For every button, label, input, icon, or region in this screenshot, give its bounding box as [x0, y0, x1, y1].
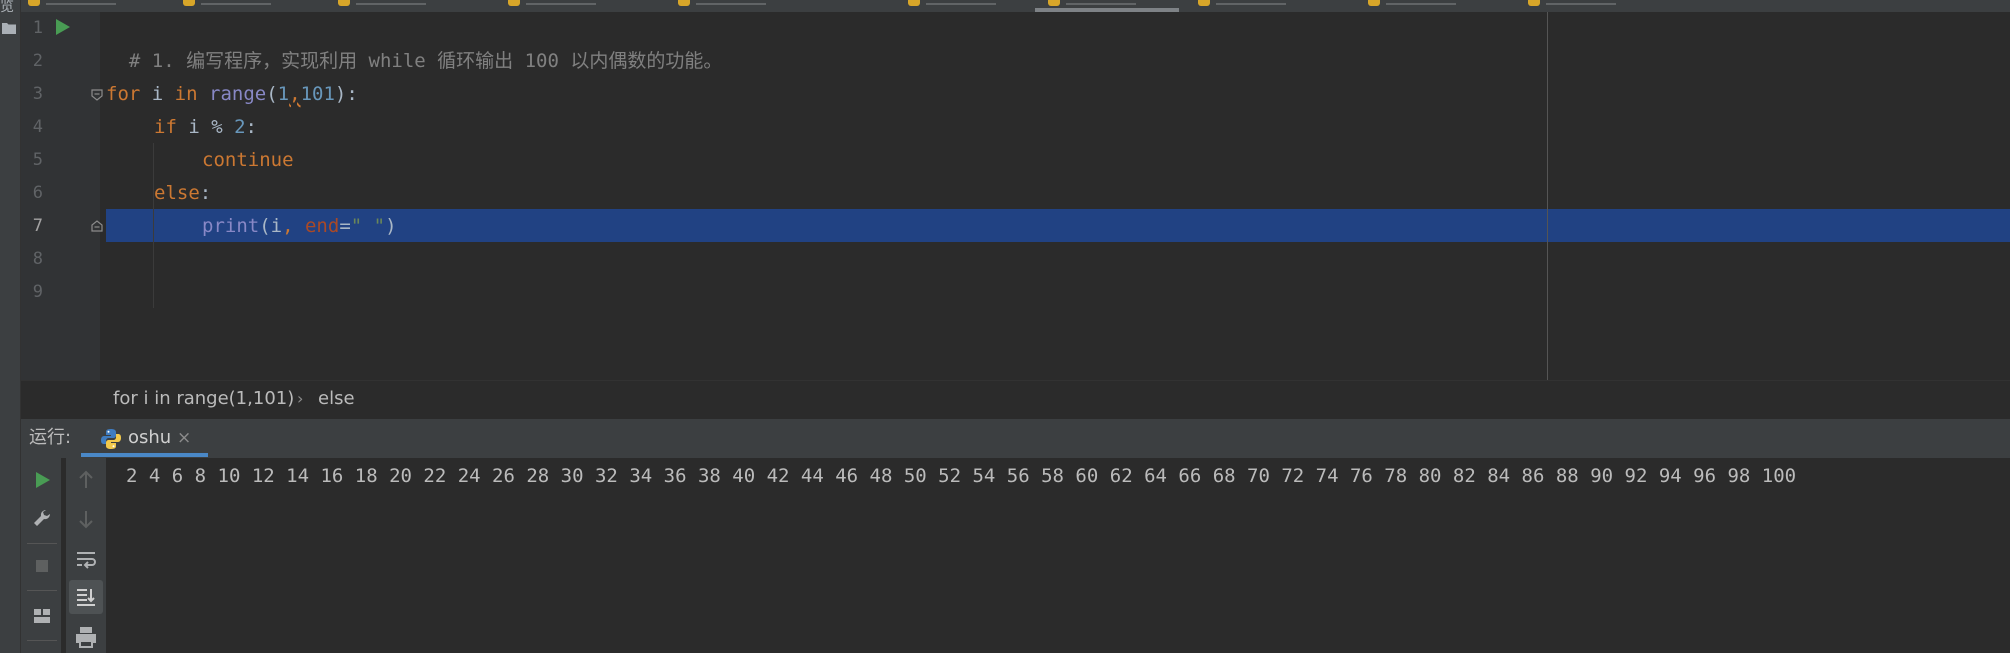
breadcrumb-separator: ›	[297, 389, 304, 408]
breadcrumb-item[interactable]: for i in range(1,101)	[113, 388, 294, 410]
builtin-function: print	[202, 215, 260, 237]
editor-tab[interactable]	[1190, 0, 1310, 12]
punctuation-warning: ,	[289, 83, 301, 105]
line-number: 8	[32, 249, 43, 269]
code-line-7[interactable]: print(i, end=" ")	[202, 210, 397, 243]
arguments: (i	[259, 215, 283, 237]
identifier: i	[140, 83, 175, 105]
active-tab-indicator	[81, 453, 208, 457]
python-file-icon	[183, 0, 195, 6]
arrow-up-icon[interactable]	[70, 464, 102, 496]
punctuation: ,	[282, 215, 305, 237]
line-number: 7	[32, 216, 43, 236]
breadcrumb-item[interactable]: else	[318, 388, 355, 410]
python-file-icon	[1528, 0, 1540, 6]
python-file-icon	[908, 0, 920, 6]
tool-window-label[interactable]: 览	[0, 0, 18, 14]
punctuation: :	[199, 182, 212, 204]
editor-tab[interactable]	[500, 0, 620, 12]
keyword: for	[106, 83, 141, 105]
keyword: else	[154, 182, 200, 204]
code-line-1[interactable]: # 1. 编写程序，实现利用 while 循环输出 100 以内偶数的功能。	[106, 12, 722, 72]
keyword: in	[174, 83, 198, 105]
python-file-icon	[1368, 0, 1380, 6]
layout-icon[interactable]	[26, 600, 58, 632]
run-gutter-icon[interactable]	[55, 18, 71, 36]
wrench-icon[interactable]	[26, 503, 58, 535]
line-number: 9	[32, 282, 43, 302]
punctuation: =	[339, 215, 351, 237]
punctuation: (	[266, 83, 278, 105]
run-tab-label: oshu	[128, 427, 172, 448]
stop-icon[interactable]	[26, 550, 58, 582]
console-output[interactable]: 2 4 6 8 10 12 14 16 18 20 22 24 26 28 30…	[126, 462, 1796, 490]
editor-tab[interactable]	[670, 0, 790, 12]
code-line-4[interactable]: if i % 2:	[154, 111, 257, 144]
print-icon[interactable]	[70, 621, 102, 653]
fold-marker-icon[interactable]	[91, 89, 103, 101]
python-icon	[101, 429, 121, 449]
line-number: 1	[32, 18, 43, 38]
code-line-5[interactable]: continue	[202, 144, 294, 177]
keyword: continue	[202, 149, 294, 171]
line-number: 2	[32, 51, 43, 71]
editor-tab[interactable]	[1520, 0, 1640, 12]
run-tool-window-header	[21, 418, 2010, 459]
number-literal: 1	[277, 83, 290, 105]
line-number: 5	[32, 150, 43, 170]
rerun-icon[interactable]	[26, 464, 58, 496]
code-line-6[interactable]: else:	[154, 177, 211, 210]
builtin-function: range	[209, 83, 267, 105]
editor-tab[interactable]	[330, 0, 450, 12]
string-literal: " "	[350, 215, 386, 237]
python-file-icon	[338, 0, 350, 6]
arrow-down-icon[interactable]	[70, 503, 102, 535]
code-line-3[interactable]: for i in range(1,101):	[106, 78, 358, 111]
editor-tab[interactable]	[175, 0, 295, 12]
line-number: 4	[32, 117, 43, 137]
number-literal: 2	[234, 116, 246, 138]
python-file-icon	[678, 0, 690, 6]
soft-wrap-icon[interactable]	[70, 543, 102, 575]
punctuation: :	[245, 116, 257, 138]
editor-tab[interactable]	[1360, 0, 1480, 12]
editor-tab[interactable]	[900, 0, 1020, 12]
indent-guide	[153, 143, 154, 308]
python-file-icon	[1198, 0, 1210, 6]
python-file-icon	[1048, 0, 1060, 6]
fold-marker-icon[interactable]	[91, 220, 103, 232]
python-file-icon	[28, 0, 40, 6]
keyword-argument: end	[304, 215, 340, 237]
number-literal: 101	[300, 83, 335, 105]
comment-text: # 1. 编写程序，实现利用 while 循环输出 100 以内偶数的功能。	[128, 50, 723, 72]
punctuation: ):	[334, 83, 358, 105]
editor-tab-strip	[0, 0, 2010, 12]
punctuation: )	[385, 215, 397, 237]
expression: i %	[176, 116, 235, 138]
close-icon[interactable]: ×	[177, 426, 191, 450]
editor-tab[interactable]	[20, 0, 140, 12]
folder-icon[interactable]	[2, 22, 16, 34]
scroll-to-end-icon	[77, 589, 95, 606]
line-number: 6	[32, 183, 43, 203]
run-panel-title: 运行:	[29, 427, 72, 448]
project-tool-strip	[0, 0, 21, 653]
python-file-icon	[508, 0, 520, 6]
right-margin-guide	[1547, 12, 1548, 380]
line-number: 3	[32, 84, 43, 104]
keyword: if	[154, 116, 177, 138]
